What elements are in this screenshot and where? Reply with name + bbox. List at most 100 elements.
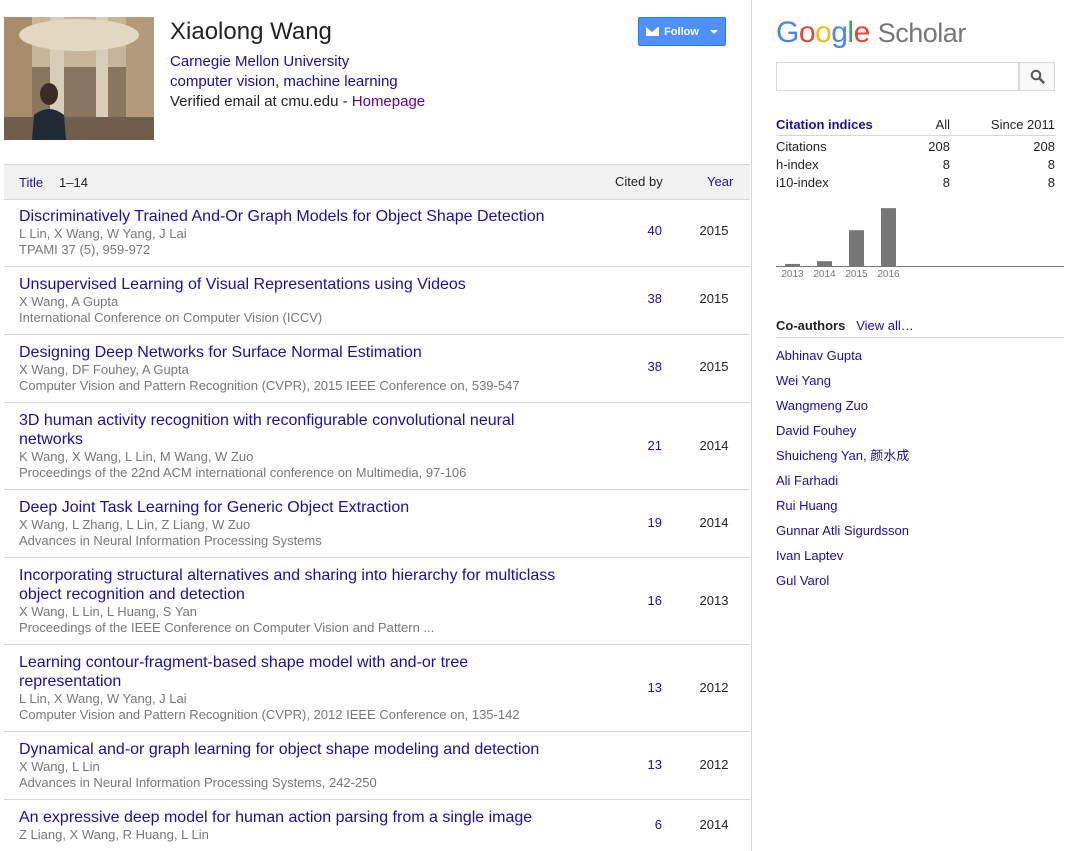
publication-venue: International Conference on Computer Vis… (19, 310, 323, 325)
publication-year: 2015 (699, 359, 729, 374)
cited-by-count[interactable]: 21 (604, 438, 662, 453)
citation-indices-title: Citation indices (776, 117, 873, 132)
publication-venue: Proceedings of the 22nd ACM internationa… (19, 465, 467, 480)
cited-by-count[interactable]: 40 (604, 223, 662, 238)
publication-venue: Computer Vision and Pattern Recognition … (19, 707, 520, 722)
publication-year: 2013 (699, 593, 729, 608)
search-input[interactable] (777, 63, 1018, 90)
publication-year: 2015 (699, 223, 729, 238)
coauthor-link[interactable]: Abhinav Gupta (776, 347, 909, 372)
logo-letter: o (798, 16, 816, 49)
cited-by-count[interactable]: 38 (604, 359, 662, 374)
citation-row: i10-index 8 8 (776, 175, 1056, 193)
coauthor-link[interactable]: Gul Varol (776, 572, 909, 597)
follow-label: Follow (664, 25, 699, 38)
citation-row: h-index 8 8 (776, 157, 1056, 175)
publication-row: Designing Deep Networks for Surface Norm… (4, 335, 750, 403)
publication-title[interactable]: 3D human activity recognition with recon… (19, 411, 564, 449)
search-icon (1030, 69, 1045, 84)
publication-row: Unsupervised Learning of Visual Represen… (4, 267, 750, 335)
metric-label: Citations (776, 139, 827, 154)
chart-bar-2013 (785, 263, 800, 266)
coauthor-link[interactable]: Rui Huang (776, 497, 909, 522)
publication-year: 2012 (699, 680, 729, 695)
publication-authors: L Lin, X Wang, W Yang, J Lai (19, 691, 187, 706)
column-all: All (935, 117, 950, 132)
publication-authors: L Lin, X Wang, W Yang, J Lai (19, 226, 187, 241)
cited-by-count[interactable]: 38 (604, 291, 662, 306)
publication-year: 2014 (699, 817, 729, 832)
interest-link-computer-vision[interactable]: computer vision (170, 73, 275, 90)
logo-letter: e (853, 16, 871, 49)
coauthor-link[interactable]: Shuicheng Yan, 颜水成 (776, 447, 909, 472)
publication-authors: X Wang, DF Fouhey, A Gupta (19, 362, 189, 377)
publication-title[interactable]: Discriminatively Trained And-Or Graph Mo… (19, 207, 564, 226)
publication-row: An expressive deep model for human actio… (4, 800, 750, 851)
citation-indices-table: Citation indices All Since 2011 Citation… (776, 117, 1056, 193)
publication-authors: X Wang, L Lin, L Huang, S Yan (19, 604, 198, 619)
cited-by-header: Cited by (615, 174, 663, 189)
email-text: Verified email at cmu.edu - (170, 93, 352, 110)
search-button[interactable] (1019, 62, 1055, 91)
cited-by-count[interactable]: 16 (604, 593, 662, 608)
publication-year: 2012 (699, 757, 729, 772)
logo-letter: o (815, 16, 832, 49)
cited-by-count[interactable]: 13 (604, 757, 662, 772)
metric-all: 8 (942, 175, 950, 190)
publications-header: Title 1–14 Cited by Year (4, 164, 750, 200)
publication-year: 2014 (699, 438, 729, 453)
publication-authors: X Wang, A Gupta (19, 294, 119, 309)
publication-title[interactable]: Incorporating structural alternatives an… (19, 566, 564, 604)
google-scholar-logo[interactable]: Google Scholar (776, 16, 966, 50)
follow-button[interactable]: Follow (638, 17, 726, 46)
homepage-link[interactable]: Homepage (352, 93, 425, 110)
publication-row: Discriminatively Trained And-Or Graph Mo… (4, 199, 750, 267)
chart-tick-label: 2015 (845, 269, 868, 280)
chart-tick-label: 2016 (877, 269, 900, 280)
coauthors-header: Co-authors View all… (776, 318, 1064, 338)
sort-by-year[interactable]: Year (707, 174, 733, 189)
metric-label: i10-index (776, 175, 829, 190)
coauthor-link[interactable]: Gunnar Atli Sigurdsson (776, 522, 909, 547)
cited-by-count[interactable]: 19 (604, 515, 662, 530)
publication-title[interactable]: Designing Deep Networks for Surface Norm… (19, 343, 564, 362)
publication-row: Learning contour-fragment-based shape mo… (4, 645, 750, 732)
coauthor-link[interactable]: Ali Farhadi (776, 472, 909, 497)
cited-by-count[interactable]: 6 (604, 817, 662, 832)
metric-label: h-index (776, 157, 819, 172)
coauthor-link[interactable]: Wei Yang (776, 372, 909, 397)
view-all-coauthors-link[interactable]: View all… (856, 318, 914, 333)
logo-letter: g (831, 16, 848, 49)
publication-authors: Z Liang, X Wang, R Huang, L Lin (19, 827, 209, 842)
publication-row: 3D human activity recognition with recon… (4, 403, 750, 490)
coauthor-link[interactable]: Wangmeng Zuo (776, 397, 909, 422)
results-range: 1–14 (59, 175, 88, 190)
sort-by-title[interactable]: Title (19, 175, 43, 190)
citation-indices-header: Citation indices All Since 2011 (776, 117, 1056, 136)
citations-per-year-chart: 2013 2014 2015 2016 (776, 208, 1064, 280)
publication-title[interactable]: An expressive deep model for human actio… (19, 808, 564, 827)
interest-link-machine-learning[interactable]: machine learning (283, 73, 397, 90)
publication-title[interactable]: Deep Joint Task Learning for Generic Obj… (19, 498, 564, 517)
publication-venue: Proceedings of the IEEE Conference on Co… (19, 620, 435, 635)
publication-venue: Advances in Neural Information Processin… (19, 533, 322, 548)
publication-row: Incorporating structural alternatives an… (4, 558, 750, 645)
research-interests: computer vision, machine learning (170, 73, 398, 90)
publication-title[interactable]: Dynamical and-or graph learning for obje… (19, 740, 564, 759)
affiliation-link[interactable]: Carnegie Mellon University (170, 53, 349, 70)
coauthor-link[interactable]: Ivan Laptev (776, 547, 909, 572)
publication-year: 2015 (699, 291, 729, 306)
metric-since: 8 (1047, 175, 1055, 190)
publication-row: Deep Joint Task Learning for Generic Obj… (4, 490, 750, 558)
metric-since: 8 (1047, 157, 1055, 172)
publication-title[interactable]: Unsupervised Learning of Visual Represen… (19, 275, 564, 294)
metric-all: 208 (928, 139, 950, 154)
publication-venue: Advances in Neural Information Processin… (19, 775, 377, 790)
chart-tick-label: 2013 (781, 269, 804, 280)
cited-by-count[interactable]: 13 (604, 680, 662, 695)
publication-title[interactable]: Learning contour-fragment-based shape mo… (19, 653, 564, 691)
chevron-down-icon (709, 29, 718, 34)
publication-venue: Computer Vision and Pattern Recognition … (19, 378, 520, 393)
publication-row: Dynamical and-or graph learning for obje… (4, 732, 750, 800)
coauthor-link[interactable]: David Fouhey (776, 422, 909, 447)
